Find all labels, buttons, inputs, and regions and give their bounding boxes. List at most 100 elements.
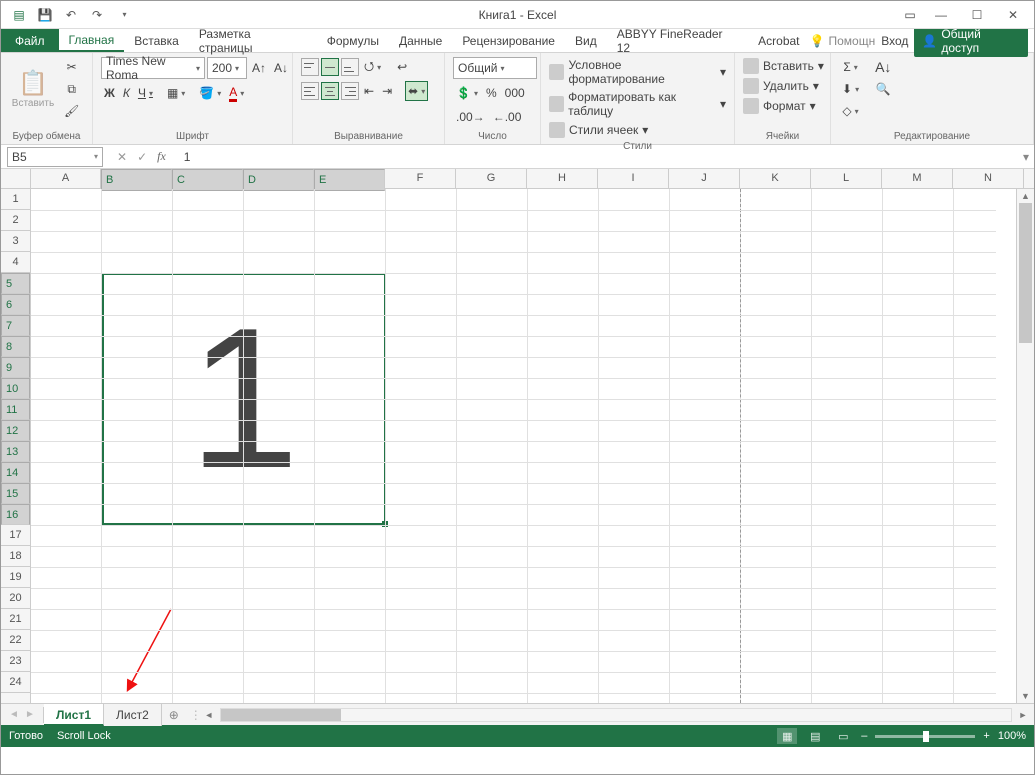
tab-formulas[interactable]: Формулы	[317, 29, 389, 52]
merge-center-icon[interactable]: ⬌	[405, 81, 428, 101]
conditional-formatting-button[interactable]: Условное форматирование ▾	[549, 57, 726, 87]
col-header-M[interactable]: M	[882, 169, 953, 188]
percent-format-icon[interactable]: %	[483, 83, 500, 103]
fill-icon[interactable]: ⬇	[839, 79, 862, 99]
zoom-in-icon[interactable]: +	[983, 730, 989, 742]
row-header-11[interactable]: 11	[1, 399, 30, 420]
align-bottom-icon[interactable]	[341, 58, 359, 76]
underline-button[interactable]: Ч	[135, 83, 156, 103]
col-header-L[interactable]: L	[811, 169, 882, 188]
select-all-corner[interactable]	[1, 169, 31, 188]
col-header-N[interactable]: N	[953, 169, 1024, 188]
row-header-6[interactable]: 6	[1, 294, 30, 315]
increase-indent-icon[interactable]: ⇥	[379, 81, 395, 101]
row-header-3[interactable]: 3	[1, 231, 30, 252]
col-header-J[interactable]: J	[669, 169, 740, 188]
tab-page-layout[interactable]: Разметка страницы	[189, 29, 317, 52]
border-icon[interactable]: ▦	[164, 83, 188, 103]
tab-acrobat[interactable]: Acrobat	[748, 29, 809, 52]
scroll-down-icon[interactable]: ▼	[1017, 689, 1034, 703]
col-header-E[interactable]: E	[314, 169, 385, 191]
font-color-icon[interactable]: A	[226, 83, 247, 103]
cell-styles-button[interactable]: Стили ячеек ▾	[549, 121, 726, 139]
col-header-B[interactable]: B	[101, 169, 172, 191]
add-sheet-icon[interactable]: ⊕	[162, 708, 186, 722]
col-header-F[interactable]: F	[385, 169, 456, 188]
fill-color-icon[interactable]: 🪣	[196, 83, 224, 103]
number-format-select[interactable]: Общий	[453, 57, 537, 79]
col-header-C[interactable]: C	[172, 169, 243, 191]
font-name-select[interactable]: Times New Roma	[101, 57, 205, 79]
qat-customize-icon[interactable]	[113, 5, 133, 25]
tab-home[interactable]: Главная	[59, 29, 125, 52]
hscroll-thumb[interactable]	[221, 709, 341, 721]
row-header-24[interactable]: 24	[1, 672, 30, 693]
format-as-table-button[interactable]: Форматировать как таблицу ▾	[549, 89, 726, 119]
decrease-font-icon[interactable]: A↓	[271, 58, 291, 78]
vscroll-thumb[interactable]	[1019, 203, 1032, 343]
sheet-tab-2[interactable]: Лист2	[104, 704, 162, 726]
col-header-G[interactable]: G	[456, 169, 527, 188]
wrap-text-icon[interactable]: ↩	[394, 57, 410, 77]
row-header-8[interactable]: 8	[1, 336, 30, 357]
view-normal-icon[interactable]: ▦	[777, 728, 797, 744]
row-header-12[interactable]: 12	[1, 420, 30, 441]
zoom-level[interactable]: 100%	[998, 730, 1026, 742]
col-header-K[interactable]: K	[740, 169, 811, 188]
cancel-formula-icon[interactable]: ✕	[117, 150, 127, 164]
save-icon[interactable]: 💾	[35, 5, 55, 25]
zoom-out-icon[interactable]: –	[861, 730, 867, 742]
col-header-H[interactable]: H	[527, 169, 598, 188]
close-icon[interactable]: ✕	[996, 4, 1030, 26]
row-header-22[interactable]: 22	[1, 630, 30, 651]
undo-icon[interactable]: ↶	[61, 5, 81, 25]
sort-filter-icon[interactable]: A↓	[872, 57, 894, 77]
format-painter-icon[interactable]: 🖌	[61, 101, 82, 121]
italic-button[interactable]: К	[120, 83, 133, 103]
row-header-19[interactable]: 19	[1, 567, 30, 588]
align-left-icon[interactable]	[301, 82, 319, 100]
tab-data[interactable]: Данные	[389, 29, 452, 52]
horizontal-scrollbar[interactable]: ⋮ ◄ ►	[186, 708, 1034, 722]
insert-cells-button[interactable]: Вставить ▾	[743, 57, 824, 75]
autosum-icon[interactable]: Σ	[839, 57, 862, 77]
decrease-decimal-icon[interactable]: ←.00	[490, 107, 525, 127]
vertical-scrollbar[interactable]: ▲ ▼	[1016, 189, 1034, 703]
sheet-nav-next-icon[interactable]: ►	[23, 709, 37, 720]
ribbon-options-icon[interactable]: ▭	[898, 4, 922, 26]
row-header-23[interactable]: 23	[1, 651, 30, 672]
maximize-icon[interactable]: ☐	[960, 4, 994, 26]
cells-area[interactable]: 1	[31, 189, 1016, 703]
cut-icon[interactable]: ✂	[61, 57, 82, 77]
row-header-16[interactable]: 16	[1, 504, 30, 525]
row-header-5[interactable]: 5	[1, 273, 30, 294]
name-box[interactable]: B5	[7, 147, 103, 167]
scroll-right-icon[interactable]: ►	[1016, 710, 1030, 720]
row-header-2[interactable]: 2	[1, 210, 30, 231]
decrease-indent-icon[interactable]: ⇤	[361, 81, 377, 101]
copy-icon[interactable]: ⧉	[61, 79, 82, 99]
row-header-4[interactable]: 4	[1, 252, 30, 273]
tab-review[interactable]: Рецензирование	[452, 29, 565, 52]
row-header-10[interactable]: 10	[1, 378, 30, 399]
expand-formula-bar-icon[interactable]: ▾	[1018, 150, 1034, 164]
scroll-left-icon[interactable]: ◄	[202, 710, 216, 720]
row-header-21[interactable]: 21	[1, 609, 30, 630]
increase-decimal-icon[interactable]: .00→	[453, 107, 488, 127]
row-header-9[interactable]: 9	[1, 357, 30, 378]
zoom-slider[interactable]	[875, 735, 975, 738]
tab-abbyy[interactable]: ABBYY FineReader 12	[607, 29, 748, 52]
align-right-icon[interactable]	[341, 82, 359, 100]
format-cells-button[interactable]: Формат ▾	[743, 97, 824, 115]
row-header-1[interactable]: 1	[1, 189, 30, 210]
row-header-15[interactable]: 15	[1, 483, 30, 504]
paste-button[interactable]: 📋 Вставить	[9, 57, 57, 121]
enter-formula-icon[interactable]: ✓	[137, 150, 147, 164]
comma-format-icon[interactable]: 000	[502, 83, 528, 103]
tab-view[interactable]: Вид	[565, 29, 607, 52]
font-size-select[interactable]: 200	[207, 57, 247, 79]
delete-cells-button[interactable]: Удалить ▾	[743, 77, 824, 95]
orientation-icon[interactable]: ⭯	[361, 57, 384, 77]
share-button[interactable]: 👤 Общий доступ	[914, 25, 1028, 57]
tell-me[interactable]: 💡 Помощн	[810, 34, 876, 48]
